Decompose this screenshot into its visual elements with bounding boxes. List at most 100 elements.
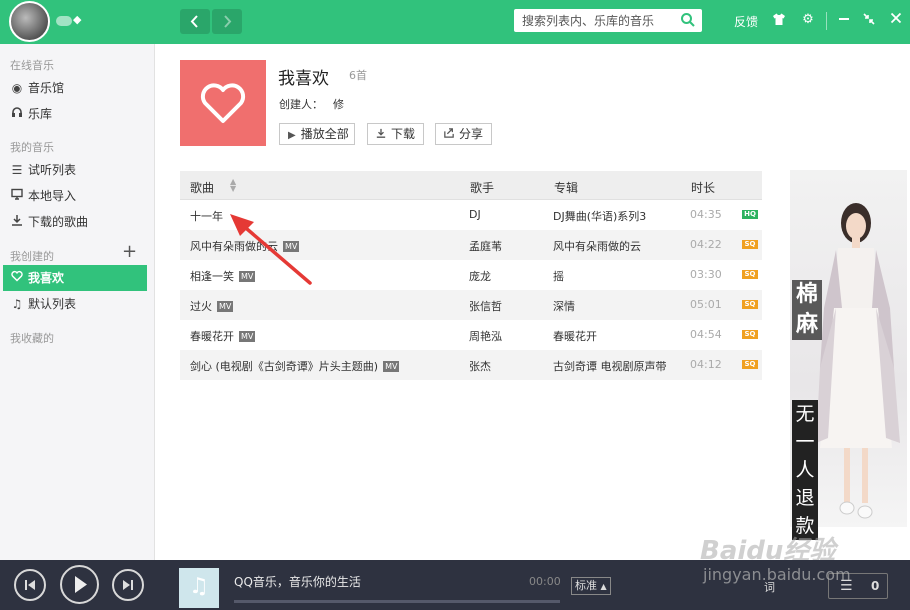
sidebar-item-downloads[interactable]: 下载的歌曲	[3, 209, 147, 235]
table-row[interactable]: 过火 MV 张信哲 深情 05:01 SQ	[180, 290, 762, 320]
song-title-cell[interactable]: 过火 MV	[190, 298, 234, 314]
song-title-cell[interactable]: 春暖花开 MV	[190, 328, 256, 344]
sidebar-item-music-hall[interactable]: ◉ 音乐馆	[3, 75, 147, 101]
share-button[interactable]: 分享	[435, 123, 492, 145]
sidebar-item-favorites[interactable]: 我喜欢	[3, 265, 147, 291]
play-icon	[75, 576, 87, 593]
sidebar-item-label: 默认列表	[28, 297, 77, 311]
progress-bar[interactable]	[234, 600, 560, 603]
quality-badge: SQ	[742, 270, 758, 279]
creator-label: 创建人：	[279, 98, 323, 111]
sidebar: 在线音乐 ◉ 音乐馆 乐库 我的音乐 ☰ 试听列表 本地导入 下载的歌曲 我创建的 …	[0, 44, 155, 560]
header-song[interactable]: 歌曲	[190, 179, 214, 196]
album-cell[interactable]: 春暖花开	[553, 328, 597, 344]
heart-icon	[10, 265, 24, 291]
album-cell[interactable]: 古剑奇谭 电视剧原声带	[553, 358, 667, 374]
sort-icon[interactable]: ▲ ▼	[230, 178, 236, 193]
forward-button[interactable]	[212, 9, 242, 34]
gear-icon[interactable]: ⚙	[800, 12, 816, 28]
section-online-music: 在线音乐	[10, 59, 54, 72]
music-note-icon: ♫	[11, 297, 23, 311]
album-cell[interactable]: 摇	[553, 268, 564, 284]
download-button[interactable]: 下载	[367, 123, 424, 145]
play-all-button[interactable]: ▶ 播放全部	[279, 123, 355, 145]
sidebar-item-label: 下载的歌曲	[28, 215, 89, 229]
quality-badge: SQ	[742, 360, 758, 369]
watermark-url: jingyan.baidu.com	[703, 565, 851, 584]
artist-cell[interactable]: 孟庭苇	[469, 238, 502, 254]
plus-icon[interactable]: +	[122, 243, 137, 261]
album-cell[interactable]: 深情	[553, 298, 575, 314]
previous-icon	[25, 580, 35, 590]
playlist-cover	[180, 60, 266, 146]
play-all-label: 播放全部	[300, 127, 349, 141]
search-icon[interactable]	[680, 12, 696, 28]
mv-badge[interactable]: MV	[383, 361, 400, 372]
now-playing-title: QQ音乐，音乐你的生活	[234, 575, 361, 589]
artist-cell[interactable]: DJ	[469, 208, 481, 221]
table-row[interactable]: 剑心 (电视剧《古剑奇谭》片头主题曲) MV 张杰 古剑奇谭 电视剧原声带 04:12 S…	[180, 350, 762, 380]
artist-cell[interactable]: 张信哲	[469, 298, 502, 314]
header-album[interactable]: 专辑	[554, 179, 578, 196]
artist-cell[interactable]: 庞龙	[469, 268, 491, 284]
ad-headline: 棉麻	[792, 280, 822, 340]
sidebar-item-default-list[interactable]: ♫ 默认列表	[3, 291, 147, 317]
table-header: 歌曲 ▲ ▼ 歌手 专辑 时长	[180, 171, 762, 200]
music-note-icon: ♫	[189, 574, 209, 599]
now-playing-cover[interactable]: ♫	[179, 568, 219, 608]
list-icon: ☰	[11, 163, 23, 177]
close-icon[interactable]	[888, 12, 904, 28]
headphones-icon	[10, 101, 24, 127]
title-bar: ◆ 反馈 ⚙	[0, 0, 910, 44]
song-title: 春暖花开	[190, 330, 234, 343]
sidebar-item-label: 乐库	[28, 107, 53, 121]
sidebar-item-local-import[interactable]: 本地导入	[3, 183, 147, 209]
vip-diamond-icon: ◆	[73, 13, 82, 26]
song-title-cell[interactable]: 十一年	[190, 208, 223, 224]
song-count: 6首	[349, 69, 367, 82]
duration-cell: 04:35	[690, 208, 722, 221]
shrink-icon[interactable]	[861, 12, 877, 28]
duration-cell: 04:12	[690, 358, 722, 371]
album-cell[interactable]: DJ舞曲(华语)系列3	[553, 208, 646, 224]
sidebar-item-trial-list[interactable]: ☰ 试听列表	[3, 157, 147, 183]
quality-label: 标准	[575, 579, 597, 592]
download-label: 下载	[391, 127, 416, 141]
ad-banner[interactable]: 棉麻 无一人退款	[790, 170, 907, 540]
feedback-link[interactable]: 反馈	[734, 13, 758, 30]
disc-icon: ◉	[11, 81, 23, 95]
next-icon	[123, 580, 133, 590]
artist-cell[interactable]: 张杰	[469, 358, 491, 374]
tshirt-icon[interactable]	[771, 12, 787, 28]
sidebar-item-label: 本地导入	[28, 189, 77, 203]
duration-cell: 04:22	[690, 238, 722, 251]
duration-cell: 04:54	[690, 328, 722, 341]
sidebar-item-library[interactable]: 乐库	[3, 101, 147, 127]
header-duration[interactable]: 时长	[691, 179, 715, 196]
model-figure	[816, 203, 900, 519]
previous-button[interactable]	[14, 569, 46, 601]
header-artist[interactable]: 歌手	[470, 179, 494, 196]
search-input[interactable]	[514, 9, 674, 32]
song-title: 剑心 (电视剧《古剑奇谭》片头主题曲)	[190, 360, 379, 373]
avatar[interactable]	[9, 1, 50, 42]
table-row[interactable]: 春暖花开 MV 周艳泓 春暖花开 04:54 SQ	[180, 320, 762, 350]
search-box	[514, 9, 702, 32]
mv-badge[interactable]: MV	[239, 331, 256, 342]
chevron-right-icon	[224, 15, 232, 28]
artist-cell[interactable]: 周艳泓	[469, 328, 502, 344]
quality-selector[interactable]: 标准 ▲	[571, 577, 611, 595]
minimize-icon[interactable]	[836, 12, 852, 28]
song-title: 十一年	[190, 210, 223, 223]
play-button[interactable]	[60, 565, 99, 604]
duration-cell: 03:30	[690, 268, 722, 281]
quality-badge: HQ	[742, 210, 758, 219]
caret-up-icon: ▲	[600, 582, 607, 591]
next-button[interactable]	[112, 569, 144, 601]
sidebar-item-label: 音乐馆	[28, 81, 65, 95]
song-title-cell[interactable]: 剑心 (电视剧《古剑奇谭》片头主题曲) MV	[190, 358, 400, 374]
creator-name[interactable]: 修	[333, 96, 344, 112]
mv-badge[interactable]: MV	[217, 301, 234, 312]
album-cell[interactable]: 风中有朵雨做的云	[553, 238, 641, 254]
back-button[interactable]	[180, 9, 210, 34]
